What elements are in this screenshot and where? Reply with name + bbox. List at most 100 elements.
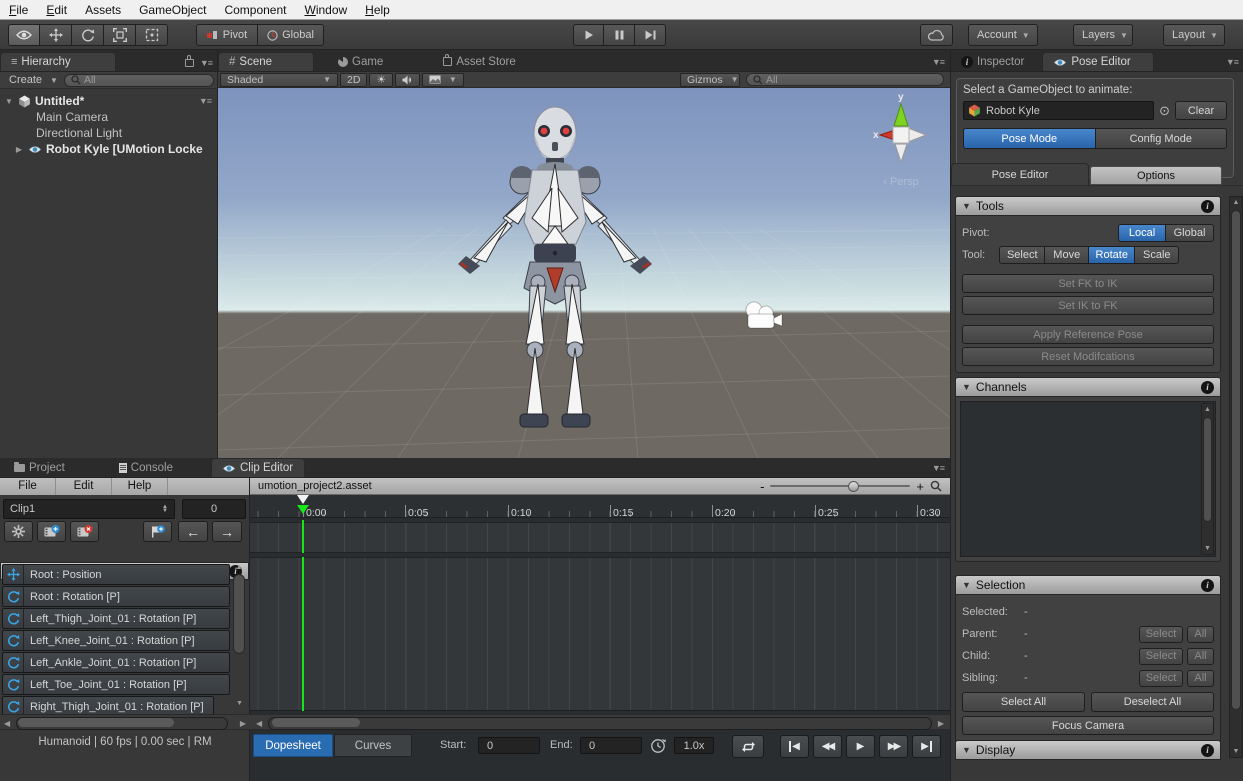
tab-hierarchy[interactable]: ≡ Hierarchy — [0, 52, 116, 71]
tool-move-button[interactable]: Move — [1045, 246, 1089, 264]
tab-curves[interactable]: Curves — [334, 734, 412, 757]
property-row-left-ankle[interactable]: Left_Ankle_Joint_01 : Rotation [P] — [2, 652, 230, 673]
layout-dropdown[interactable]: Layout▼ — [1163, 24, 1225, 46]
parent-all-button[interactable]: All — [1187, 626, 1214, 643]
perspective-label[interactable]: ‹ Persp — [856, 176, 946, 188]
foldout-closed-icon[interactable]: ▶ — [14, 145, 24, 154]
pose-mode-button[interactable]: Pose Mode — [963, 128, 1096, 149]
clip-select-dropdown[interactable]: Clip1 ▲▼ — [3, 499, 175, 519]
property-row-left-knee[interactable]: Left_Knee_Joint_01 : Rotation [P] — [2, 630, 230, 651]
add-event-button[interactable] — [143, 521, 172, 542]
pivot-toggle-button[interactable]: Pivot — [196, 24, 258, 46]
play-animation-button[interactable]: ▶ — [846, 735, 875, 758]
tab-pose-editor[interactable]: Pose Editor — [1042, 52, 1154, 71]
shading-mode-dropdown[interactable]: Shaded▼ — [220, 73, 338, 87]
parent-select-button[interactable]: Select — [1139, 626, 1183, 643]
pose-editor-scrollbar[interactable]: ▲ ▼ — [1229, 196, 1243, 758]
pivot-local-button[interactable]: Local — [1118, 224, 1166, 242]
tab-console[interactable]: Console — [109, 458, 183, 477]
properties-scrollbar[interactable]: ▲ — [232, 564, 246, 696]
effects-dropdown[interactable]: ▼ — [422, 73, 464, 87]
cloud-button[interactable] — [920, 24, 953, 46]
search-icon[interactable] — [930, 480, 942, 492]
start-field[interactable]: 0 — [478, 737, 540, 754]
menu-assets[interactable]: Assets — [76, 1, 130, 19]
panel-menu-icon[interactable]: ▼≡ — [200, 58, 212, 68]
tab-clip-editor[interactable]: Clip Editor — [211, 458, 305, 477]
step-button[interactable] — [635, 24, 666, 46]
zoom-in-label[interactable]: + — [916, 479, 924, 494]
view-tool-button[interactable] — [8, 24, 40, 46]
properties-hscrollbar[interactable]: ◀ ▶ — [0, 714, 250, 730]
tab-game[interactable]: Game — [328, 52, 393, 71]
zoom-slider-knob[interactable] — [848, 481, 859, 492]
gameobject-field[interactable]: Robot Kyle — [963, 101, 1154, 120]
loop-toggle-button[interactable] — [732, 735, 764, 758]
tab-asset-store[interactable]: Asset Store — [433, 52, 525, 71]
tab-dopesheet[interactable]: Dopesheet — [253, 734, 333, 757]
child-all-button[interactable]: All — [1187, 648, 1214, 665]
scene-viewport[interactable]: y x ‹ Persp — [218, 88, 950, 458]
add-clip-button[interactable] — [37, 521, 66, 542]
channels-list[interactable]: ▲ ▼ — [960, 401, 1216, 557]
focus-camera-button[interactable]: Focus Camera — [962, 716, 1214, 735]
tab-project[interactable]: Project — [4, 458, 75, 477]
lighting-toggle-button[interactable]: ☀ — [369, 73, 392, 87]
tab-scene[interactable]: #Scene — [218, 52, 314, 71]
rotate-tool-button[interactable] — [72, 24, 104, 46]
play-button[interactable] — [573, 24, 604, 46]
menu-edit[interactable]: Edit — [37, 1, 76, 19]
config-mode-button[interactable]: Config Mode — [1096, 128, 1228, 149]
timeline-ruler[interactable]: 0:00 0:05 0:10 0:15 0:20 0:25 0:30 — [250, 495, 950, 518]
info-icon[interactable]: i — [1201, 200, 1214, 213]
set-ik-to-fk-button[interactable]: Set IK to FK — [962, 296, 1214, 315]
tool-scale-button[interactable]: Scale — [1135, 246, 1179, 264]
playback-speed-field[interactable]: 1.0x — [674, 737, 714, 754]
zoom-slider[interactable] — [770, 481, 910, 491]
timeline-hscrollbar[interactable]: ◀ ▶ — [250, 714, 950, 730]
property-row-left-thigh[interactable]: Left_Thigh_Joint_01 : Rotation [P] — [2, 608, 230, 629]
hierarchy-item-directional-light[interactable]: Directional Light — [0, 125, 217, 141]
scale-tool-button[interactable] — [104, 24, 136, 46]
select-all-button[interactable]: Select All — [962, 692, 1085, 712]
scroll-down-icon[interactable]: ▼ — [236, 700, 243, 707]
fast-forward-button[interactable]: ▶▶ — [879, 735, 908, 758]
info-icon[interactable]: i — [1201, 381, 1214, 394]
go-to-end-button[interactable]: ▶ — [912, 735, 941, 758]
channels-scrollbar[interactable]: ▲ ▼ — [1201, 403, 1214, 555]
rect-tool-button[interactable] — [136, 24, 168, 46]
menu-component[interactable]: Component — [215, 1, 295, 19]
display-section-header[interactable]: ▼ Display i — [955, 740, 1221, 760]
subtab-options[interactable]: Options — [1090, 166, 1222, 185]
scene-menu-icon[interactable]: ▼≡ — [199, 96, 217, 106]
subtab-pose-editor[interactable]: Pose Editor — [951, 163, 1089, 185]
menu-gameobject[interactable]: GameObject — [130, 1, 215, 19]
deselect-all-button[interactable]: Deselect All — [1091, 692, 1214, 712]
property-row-left-toe[interactable]: Left_Toe_Joint_01 : Rotation [P] — [2, 674, 230, 695]
hierarchy-item-main-camera[interactable]: Main Camera — [0, 109, 217, 125]
go-to-start-button[interactable]: ◀ — [780, 735, 809, 758]
foldout-open-icon[interactable]: ▼ — [4, 97, 14, 106]
property-row-root-rotation[interactable]: Root : Rotation [P] — [2, 586, 230, 607]
tab-inspector[interactable]: i Inspector — [951, 52, 1034, 71]
create-dropdown[interactable]: Create▼ — [3, 74, 64, 86]
frame-field[interactable]: 0 — [182, 499, 246, 519]
rewind-button[interactable]: ◀◀ — [813, 735, 842, 758]
clear-button[interactable]: Clear — [1175, 101, 1227, 120]
hierarchy-item-scene-root[interactable]: ▼ Untitled* ▼≡ — [0, 93, 217, 109]
tools-section-header[interactable]: ▼ Tools i — [955, 196, 1221, 216]
prev-keyframe-button[interactable]: ← — [178, 521, 208, 542]
tool-rotate-button[interactable]: Rotate — [1089, 246, 1135, 264]
playhead-marker[interactable] — [297, 495, 309, 514]
account-dropdown[interactable]: Account▼ — [968, 24, 1038, 46]
scene-search-input[interactable]: All — [746, 73, 944, 86]
2d-toggle-button[interactable]: 2D — [340, 73, 367, 87]
move-tool-button[interactable] — [40, 24, 72, 46]
sibling-all-button[interactable]: All — [1187, 670, 1214, 687]
zoom-out-label[interactable]: - — [760, 479, 764, 494]
reset-modifications-button[interactable]: Reset Modifcations — [962, 347, 1214, 366]
global-toggle-button[interactable]: Global — [258, 24, 324, 46]
axis-gizmo[interactable]: y x ‹ Persp — [856, 90, 946, 190]
sibling-select-button[interactable]: Select — [1139, 670, 1183, 687]
delete-clip-button[interactable] — [70, 521, 99, 542]
